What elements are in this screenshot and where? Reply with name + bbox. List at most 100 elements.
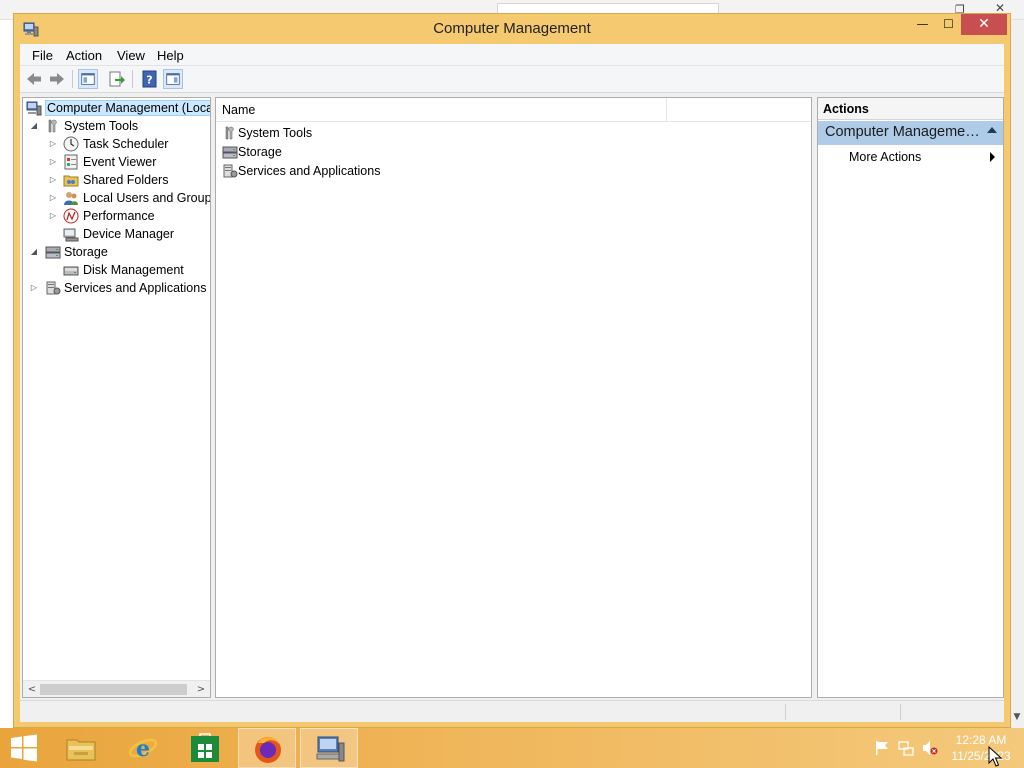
network-icon[interactable] [898, 740, 914, 756]
tree-item-task-scheduler[interactable]: ▷ Task Scheduler [23, 135, 210, 153]
background-scrollbar[interactable] [1010, 20, 1024, 728]
computer-management-icon [26, 101, 42, 116]
taskbar-store[interactable] [176, 728, 234, 768]
title-bar[interactable]: Computer Management — ☐ ✕ [14, 14, 1010, 44]
services-icon [46, 281, 61, 295]
tree-item-label: Event Viewer [83, 155, 157, 169]
taskbar-internet-explorer[interactable]: e [114, 728, 172, 768]
toolbar-separator [72, 70, 73, 88]
tree-item-label: Performance [83, 209, 155, 223]
results-list[interactable]: Name System Tools Storage Services and A… [215, 97, 812, 698]
system-tools-icon [225, 126, 234, 140]
column-divider[interactable] [666, 98, 667, 121]
tree-item-label: Storage [64, 245, 108, 259]
maximize-button[interactable]: ☐ [935, 14, 962, 35]
actions-title: Actions [823, 102, 869, 116]
tree-item-system-tools[interactable]: ◢ System Tools [23, 117, 210, 135]
list-item-label: Services and Applications [238, 164, 381, 178]
taskbar-firefox[interactable] [238, 728, 296, 768]
actions-group-label: Computer Management (Local) [825, 124, 983, 140]
svg-text:?: ? [146, 74, 152, 87]
mouse-cursor-icon [988, 746, 1002, 767]
shared-folder-icon [63, 175, 79, 187]
computer-management-window: Computer Management — ☐ ✕ File Action Vi… [13, 13, 1011, 728]
close-button[interactable]: ✕ [961, 14, 1007, 35]
menu-help[interactable]: Help [157, 48, 184, 63]
collapsed-arrow-icon[interactable]: ▷ [48, 174, 58, 186]
scroll-thumb[interactable] [40, 684, 187, 695]
collapse-up-icon[interactable] [987, 127, 997, 133]
clock-date: 11/25/2023 [951, 749, 1011, 763]
toolbar: ? [20, 66, 1004, 93]
scroll-right-icon[interactable]: > [194, 683, 208, 696]
users-icon [64, 192, 78, 205]
status-bar [20, 700, 1004, 722]
show-hide-console-tree-icon[interactable] [78, 69, 98, 89]
list-item-label: Storage [238, 145, 282, 159]
storage-icon [45, 246, 61, 259]
firefox-icon [255, 737, 281, 763]
list-item-system-tools[interactable]: System Tools [222, 124, 522, 143]
taskbar-computer-management[interactable] [300, 728, 358, 768]
tree-item-local-users-groups[interactable]: ▷ Local Users and Groups [23, 189, 211, 207]
tree-item-label: Disk Management [83, 263, 184, 277]
tree-item-label: Computer Management (Local [45, 100, 210, 116]
column-header-name[interactable]: Name [222, 103, 255, 117]
more-actions-item[interactable]: More Actions [818, 148, 1003, 166]
tree-item-shared-folders[interactable]: ▷ Shared Folders [23, 171, 210, 189]
collapsed-arrow-icon[interactable]: ▷ [48, 138, 58, 150]
collapsed-arrow-icon[interactable]: ▷ [48, 210, 58, 222]
submenu-arrow-icon [990, 152, 995, 162]
collapsed-arrow-icon[interactable]: ▷ [48, 156, 58, 168]
tree-item-performance[interactable]: ▷ Performance [23, 207, 210, 225]
collapsed-arrow-icon[interactable]: ▷ [29, 282, 39, 294]
internet-explorer-icon: e [128, 736, 158, 762]
tree-item-label: Device Manager [83, 227, 175, 241]
taskbar: e 12:28 AM 11/25/2023 [0, 728, 1024, 768]
collapsed-arrow-icon[interactable]: ▷ [48, 192, 58, 204]
expanded-arrow-icon[interactable]: ◢ [29, 120, 39, 132]
action-center-flag-icon[interactable] [874, 740, 890, 756]
taskbar-file-explorer[interactable] [52, 728, 110, 768]
forward-arrow-icon[interactable] [47, 69, 67, 89]
show-hide-action-pane-icon[interactable] [163, 69, 183, 89]
tree-item-computer-management[interactable]: Computer Management (Local [23, 99, 210, 117]
clock-icon [63, 136, 79, 152]
background-scroll-down-icon[interactable]: ▼ [1010, 712, 1024, 726]
menu-file[interactable]: File [32, 48, 53, 63]
tree-item-label: Task Scheduler [83, 137, 169, 151]
more-actions-label: More Actions [849, 150, 922, 164]
start-button[interactable] [0, 728, 50, 768]
list-item-label: System Tools [238, 126, 313, 140]
tree-item-disk-management[interactable]: Disk Management [23, 261, 210, 279]
console-tree[interactable]: Computer Management (Local ◢ System Tool… [22, 97, 211, 698]
export-list-icon[interactable] [107, 69, 127, 89]
menu-action[interactable]: Action [66, 48, 102, 63]
event-viewer-icon [64, 154, 78, 170]
actions-group-computer-management[interactable]: Computer Management (Local) [818, 121, 1003, 145]
list-item-storage[interactable]: Storage [222, 143, 522, 162]
expanded-arrow-icon[interactable]: ◢ [29, 246, 39, 258]
menu-view[interactable]: View [117, 48, 145, 63]
tree-item-device-manager[interactable]: Device Manager [23, 225, 210, 243]
actions-pane: Actions Computer Management (Local) More… [817, 97, 1004, 698]
services-icon [223, 164, 238, 178]
tree-item-services-applications[interactable]: ▷ Services and Applications [23, 279, 210, 297]
tree-item-label: Services and Applications [64, 281, 207, 295]
minimize-button[interactable]: — [909, 14, 936, 35]
list-item-services-applications[interactable]: Services and Applications [222, 162, 522, 181]
tree-horizontal-scrollbar[interactable]: < > [23, 680, 210, 697]
actions-header: Actions [818, 98, 1003, 120]
tree-item-label: Local Users and Groups [83, 191, 211, 205]
menu-bar: File Action View Help [20, 44, 1004, 66]
back-arrow-icon[interactable] [24, 69, 44, 89]
help-icon[interactable]: ? [140, 69, 160, 89]
tree-item-label: Shared Folders [83, 173, 169, 187]
volume-muted-icon[interactable] [922, 740, 938, 756]
status-divider [900, 704, 901, 720]
taskbar-clock[interactable]: 12:28 AM 11/25/2023 [946, 732, 1016, 764]
scroll-left-icon[interactable]: < [25, 683, 39, 696]
list-header: Name [216, 98, 811, 122]
tree-item-event-viewer[interactable]: ▷ Event Viewer [23, 153, 210, 171]
tree-item-storage[interactable]: ◢ Storage [23, 243, 210, 261]
